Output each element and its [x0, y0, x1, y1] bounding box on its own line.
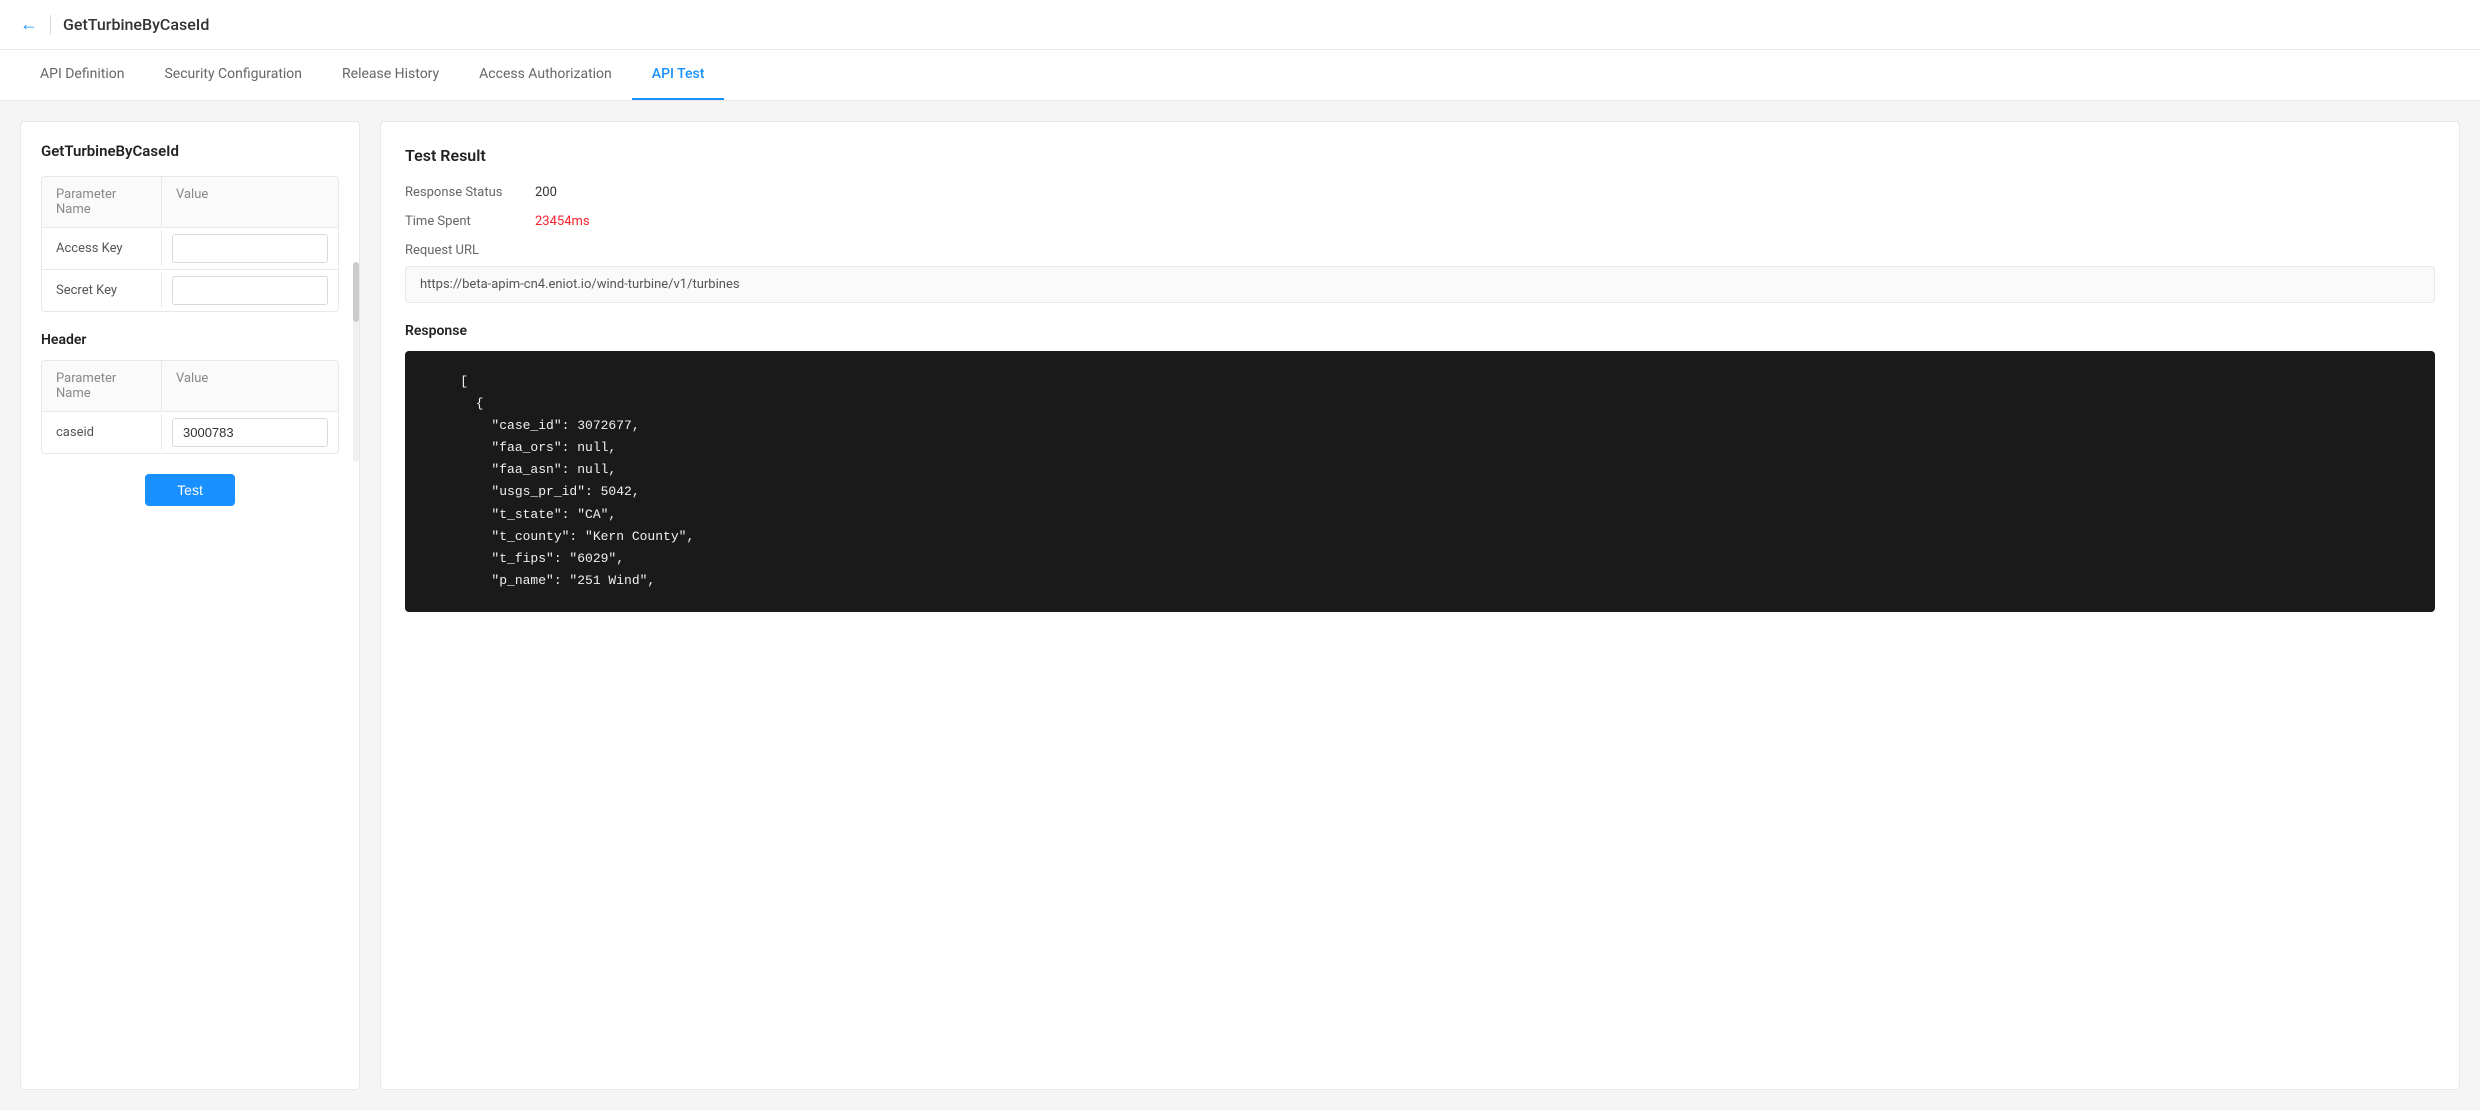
response-code-block: [ { "case_id": 3072677, "faa_ors": null,… [405, 351, 2435, 612]
auth-params-col1: Parameter Name [42, 177, 162, 227]
access-key-label: Access Key [42, 231, 162, 266]
time-spent-label: Time Spent [405, 214, 535, 229]
result-title: Test Result [405, 146, 2435, 165]
header-params-col1: Parameter Name [42, 361, 162, 411]
caseid-input[interactable] [172, 418, 328, 447]
header-section-label: Header [41, 332, 339, 348]
request-url-value: https://beta-apim-cn4.eniot.io/wind-turb… [405, 266, 2435, 303]
auth-params-header: Parameter Name Value [42, 177, 338, 228]
tab-security-configuration[interactable]: Security Configuration [144, 50, 322, 100]
main-content: GetTurbineByCaseId Parameter Name Value … [0, 101, 2480, 1110]
access-key-value [162, 228, 338, 269]
top-bar: ← GetTurbineByCaseId [0, 0, 2480, 50]
test-button[interactable]: Test [145, 474, 235, 506]
request-url-label: Request URL [405, 243, 2435, 258]
right-panel: Test Result Response Status 200 Time Spe… [380, 121, 2460, 1090]
page-title: GetTurbineByCaseId [63, 15, 209, 34]
caseid-row: caseid [42, 412, 338, 453]
secret-key-label: Secret Key [42, 273, 162, 308]
access-key-input[interactable] [172, 234, 328, 263]
test-btn-row: Test [41, 474, 339, 506]
tab-api-definition[interactable]: API Definition [20, 50, 144, 100]
header-params-table: Parameter Name Value caseid [41, 360, 339, 454]
left-scrollbar-thumb[interactable] [353, 262, 359, 322]
tab-access-authorization[interactable]: Access Authorization [459, 50, 632, 100]
tabs-bar: API Definition Security Configuration Re… [0, 50, 2480, 101]
secret-key-input[interactable] [172, 276, 328, 305]
secret-key-row: Secret Key [42, 270, 338, 311]
header-params-col2: Value [162, 361, 338, 411]
response-status-value: 200 [535, 185, 557, 200]
secret-key-value [162, 270, 338, 311]
response-status-label: Response Status [405, 185, 535, 200]
vertical-divider [50, 15, 51, 35]
access-key-row: Access Key [42, 228, 338, 270]
request-url-section: Request URL https://beta-apim-cn4.eniot.… [405, 243, 2435, 303]
caseid-label: caseid [42, 415, 162, 450]
back-button[interactable]: ← [20, 14, 38, 35]
left-scrollbar-track[interactable] [353, 262, 359, 462]
response-label: Response [405, 323, 2435, 339]
tab-api-test[interactable]: API Test [632, 50, 725, 100]
tab-release-history[interactable]: Release History [322, 50, 459, 100]
response-status-row: Response Status 200 [405, 185, 2435, 200]
header-params-header: Parameter Name Value [42, 361, 338, 412]
auth-params-col2: Value [162, 177, 338, 227]
auth-params-table: Parameter Name Value Access Key Secret K… [41, 176, 339, 312]
left-panel: GetTurbineByCaseId Parameter Name Value … [20, 121, 360, 1090]
time-spent-value: 23454ms [535, 214, 590, 229]
time-spent-row: Time Spent 23454ms [405, 214, 2435, 229]
left-panel-title: GetTurbineByCaseId [41, 142, 339, 160]
caseid-value-cell [162, 412, 338, 453]
